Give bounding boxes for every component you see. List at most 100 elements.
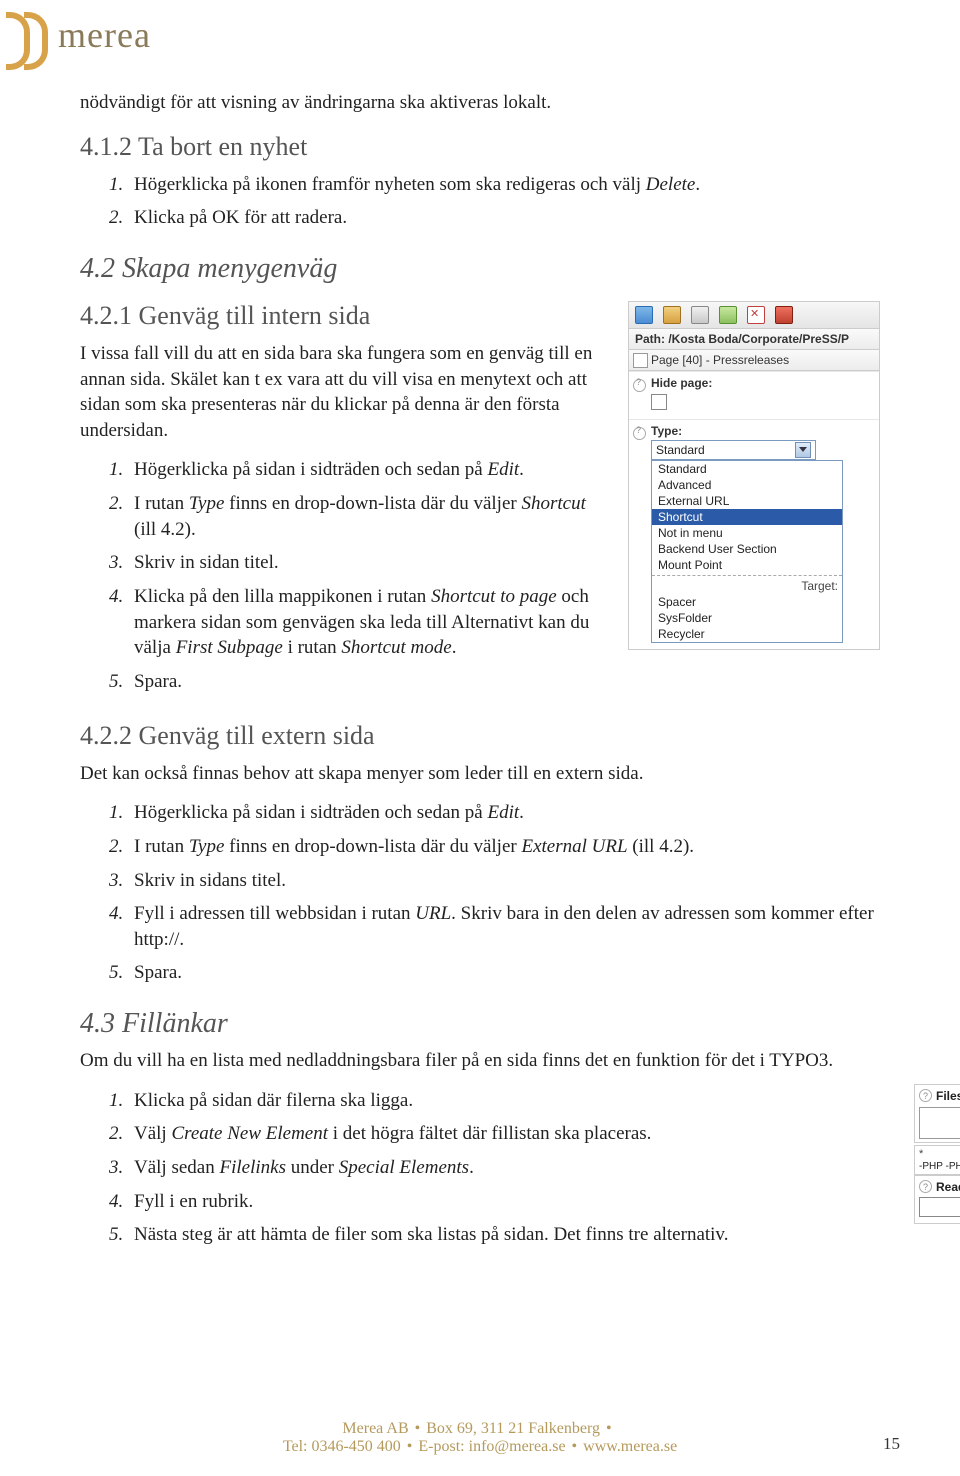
files-listbox[interactable] bbox=[919, 1107, 960, 1139]
label: Type: bbox=[651, 424, 873, 438]
text: (ill 4.2). bbox=[628, 836, 695, 857]
path-input[interactable] bbox=[919, 1197, 960, 1217]
text: finns en drop-down-lista där du väljer bbox=[224, 493, 521, 514]
footer-company: Merea AB bbox=[342, 1420, 408, 1437]
page-number: 15 bbox=[883, 1434, 900, 1454]
delete-icon[interactable] bbox=[775, 306, 793, 324]
heading-422: 4.2.2 Genväg till extern sida bbox=[80, 721, 880, 751]
option[interactable]: SysFolder bbox=[652, 610, 842, 626]
text-italic: Type bbox=[189, 836, 225, 857]
text-italic: URL bbox=[415, 903, 451, 924]
list-item: Högerklicka på sidan i sidträden och sed… bbox=[128, 457, 608, 483]
para-421: I vissa fall vill du att en sida bara sk… bbox=[80, 341, 608, 444]
page-title-bar: Page [40] - Pressreleases bbox=[629, 350, 879, 371]
list-item: Välj sedan Filelinks under Special Eleme… bbox=[128, 1155, 894, 1181]
text: Välj bbox=[134, 1123, 171, 1144]
option-selected[interactable]: Shortcut bbox=[652, 509, 842, 525]
text-italic: First Subpage bbox=[176, 637, 283, 658]
read-path-row: ? Read from path: bbox=[914, 1175, 960, 1224]
document-body: nödvändigt för att visning av ändringarn… bbox=[80, 90, 880, 1258]
type-select[interactable]: Standard bbox=[651, 440, 873, 460]
label: Read from path: bbox=[936, 1180, 960, 1194]
text: I rutan bbox=[134, 493, 189, 514]
save-icon[interactable] bbox=[635, 306, 653, 324]
para-422: Det kan också finnas behov att skapa men… bbox=[80, 761, 880, 787]
heading-421: 4.2.1 Genväg till intern sida bbox=[80, 301, 608, 331]
text-italic: Create New Element bbox=[171, 1123, 328, 1144]
intro-text: nödvändigt för att visning av ändringarn… bbox=[80, 90, 880, 116]
text-italic: Shortcut to page bbox=[431, 586, 557, 607]
label: Files: bbox=[936, 1089, 960, 1103]
type-dropdown-list: Standard Advanced External URL Shortcut … bbox=[651, 460, 843, 643]
text: I rutan bbox=[134, 836, 189, 857]
text: Klicka på den lilla mappikonen i rutan bbox=[134, 586, 431, 607]
list-item: Skriv in sidans titel. bbox=[128, 868, 880, 894]
list-421: Högerklicka på sidan i sidträden och sed… bbox=[80, 457, 608, 694]
help-icon[interactable]: ? bbox=[919, 1180, 932, 1193]
text: . bbox=[519, 802, 524, 823]
file-filter-row: *-PHP -PHP3 Bläddra... bbox=[914, 1145, 960, 1175]
text-italic: External URL bbox=[521, 836, 627, 857]
label: Hide page: bbox=[651, 376, 873, 390]
text-italic: Shortcut mode bbox=[341, 637, 451, 658]
selected-value: Standard bbox=[656, 443, 705, 457]
type-row: Type: Standard Standard Advanced Externa… bbox=[629, 419, 879, 649]
text: Spara. bbox=[134, 962, 182, 983]
text-italic: Special Elements bbox=[339, 1157, 469, 1178]
footer-tel: Tel: 0346-450 400 bbox=[283, 1438, 401, 1455]
text: Klicka på sidan där filerna ska ligga. bbox=[134, 1090, 413, 1111]
list-item: Klicka på sidan där filerna ska ligga. bbox=[128, 1088, 894, 1114]
list-item: Högerklicka på sidan i sidträden och sed… bbox=[128, 800, 880, 826]
list-item: Klicka på den lilla mappikonen i rutan S… bbox=[128, 584, 608, 661]
footer-email: E-post: info@merea.se bbox=[418, 1438, 565, 1455]
chevron-down-icon[interactable] bbox=[795, 442, 811, 458]
option[interactable]: Spacer bbox=[652, 594, 842, 610]
text: under bbox=[286, 1157, 339, 1178]
heading-43: 4.3 Fillänkar bbox=[80, 1008, 880, 1040]
save-new-icon[interactable] bbox=[719, 306, 737, 324]
list-item: Skriv in sidan titel. bbox=[128, 550, 608, 576]
list-412: Högerklicka på ikonen framför nyheten so… bbox=[80, 172, 880, 231]
toolbar bbox=[629, 302, 879, 329]
option[interactable]: Advanced bbox=[652, 477, 842, 493]
text: Nästa steg är att hämta de filer som ska… bbox=[134, 1224, 728, 1245]
list-43: Klicka på sidan där filerna ska ligga. V… bbox=[80, 1088, 894, 1248]
option[interactable]: Mount Point bbox=[652, 557, 842, 573]
checkbox[interactable] bbox=[651, 394, 667, 410]
footer-address: Box 69, 311 21 Falkenberg bbox=[426, 1420, 600, 1437]
help-icon[interactable]: ? bbox=[919, 1089, 932, 1102]
save-close-icon[interactable] bbox=[691, 306, 709, 324]
text: Högerklicka på ikonen framför nyheten so… bbox=[134, 174, 646, 195]
option[interactable]: Recycler bbox=[652, 626, 842, 642]
text: . bbox=[695, 174, 700, 195]
option[interactable]: Standard bbox=[652, 461, 842, 477]
list-item: Spara. bbox=[128, 960, 880, 986]
text-italic: Filelinks bbox=[219, 1157, 285, 1178]
footer-web: www.merea.se bbox=[583, 1438, 677, 1455]
logo: merea bbox=[6, 12, 151, 58]
files-screenshot: ? Files: *-PHP -PHP3 Bläddra... ? Read fro… bbox=[914, 1084, 960, 1224]
list-item: Spara. bbox=[128, 669, 608, 695]
list-item: Fyll i adressen till webbsidan i rutan U… bbox=[128, 901, 880, 952]
logo-mark bbox=[6, 12, 52, 58]
text-italic: Delete bbox=[646, 174, 696, 195]
list-item: Högerklicka på ikonen framför nyheten so… bbox=[128, 172, 880, 198]
text: . bbox=[469, 1157, 474, 1178]
list-item: Välj Create New Element i det högra fält… bbox=[128, 1121, 894, 1147]
option[interactable]: Not in menu bbox=[652, 525, 842, 541]
text: Fyll i en rubrik. bbox=[134, 1191, 253, 1212]
text: i det högra fältet där fillistan ska pla… bbox=[328, 1123, 651, 1144]
text-italic: Type bbox=[189, 493, 225, 514]
text: Spara. bbox=[134, 671, 182, 692]
text: . bbox=[519, 459, 524, 480]
save-view-icon[interactable] bbox=[663, 306, 681, 324]
close-icon[interactable] bbox=[747, 306, 765, 324]
text: Högerklicka på sidan i sidträden och sed… bbox=[134, 802, 488, 823]
option[interactable]: External URL bbox=[652, 493, 842, 509]
option[interactable]: Backend User Section bbox=[652, 541, 842, 557]
list-item: I rutan Type finns en drop-down-lista dä… bbox=[128, 834, 880, 860]
para-43: Om du vill ha en lista med nedladdningsb… bbox=[80, 1048, 894, 1074]
files-row: ? Files: bbox=[914, 1084, 960, 1143]
text: Skriv in sidan titel. bbox=[134, 552, 279, 573]
list-item: Nästa steg är att hämta de filer som ska… bbox=[128, 1222, 894, 1248]
